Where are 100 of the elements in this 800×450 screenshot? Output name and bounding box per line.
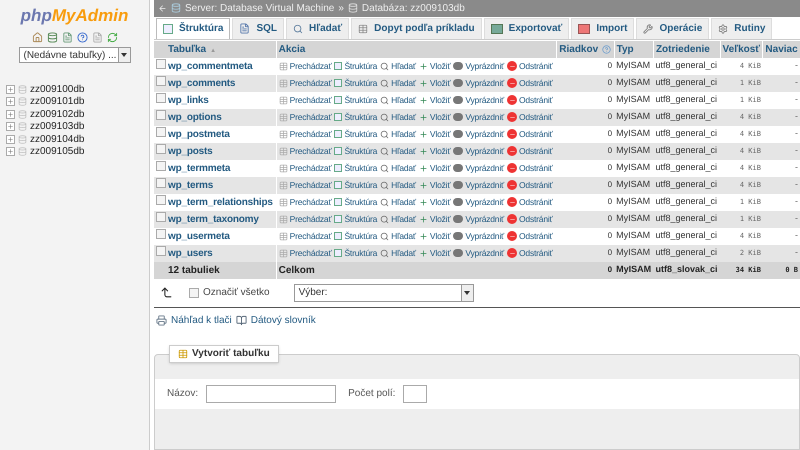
table-name[interactable]: wp_users <box>166 244 276 262</box>
action-link[interactable]: Vložiť <box>418 212 450 226</box>
checkbox[interactable] <box>156 178 166 188</box>
table-name[interactable]: wp_term_relationships <box>166 194 276 211</box>
action-link[interactable]: Prechádzať <box>278 196 332 209</box>
action-link[interactable]: Vložiť <box>418 128 450 141</box>
action-link[interactable]: Štruktúra <box>334 230 378 243</box>
tab[interactable]: Operácie <box>636 18 710 39</box>
action-link[interactable]: Vložiť <box>418 110 450 124</box>
tab[interactable]: Exportovať <box>484 18 570 39</box>
checkbox[interactable] <box>156 110 166 120</box>
action-link[interactable]: Odstrániť <box>507 178 553 192</box>
database-name[interactable]: zz009100db <box>30 82 84 97</box>
input-field[interactable] <box>206 384 336 403</box>
action-link[interactable]: Vyprázdniť <box>453 162 504 175</box>
action-link[interactable]: Prechádzať <box>278 110 332 124</box>
expand-icon[interactable] <box>6 147 15 156</box>
checkbox[interactable] <box>156 92 166 103</box>
action-link[interactable]: Vložiť <box>418 178 450 192</box>
document-icon[interactable] <box>62 32 72 43</box>
action-link[interactable]: Vyprázdniť <box>453 246 504 260</box>
refresh-icon[interactable] <box>106 32 118 43</box>
action-link[interactable]: Odstrániť <box>507 144 553 158</box>
action-link[interactable]: Štruktúra <box>334 60 378 73</box>
expand-icon[interactable] <box>6 122 15 132</box>
tab[interactable]: Import <box>571 18 634 39</box>
action-link[interactable]: Prechádzať <box>278 162 332 175</box>
action-link[interactable]: Štruktúra <box>334 178 378 192</box>
action-link[interactable]: Štruktúra <box>334 246 378 260</box>
action-link[interactable]: Štruktúra <box>334 110 378 124</box>
page-icon[interactable] <box>92 32 102 43</box>
checkbox-label[interactable]: Označiť všetko <box>203 285 270 300</box>
action-link[interactable]: Vyprázdniť <box>453 212 504 226</box>
tab[interactable]: Hľadať <box>286 18 350 39</box>
action-link[interactable]: Prechádzať <box>278 246 332 260</box>
database-name[interactable]: zz009103db <box>30 119 84 134</box>
action-link[interactable]: Vložiť <box>418 230 450 243</box>
action-link[interactable]: Vyprázdniť <box>453 178 504 192</box>
action-link[interactable]: Hľadať <box>380 246 416 260</box>
action-link[interactable]: Hľadať <box>380 76 416 90</box>
recent-tables-select[interactable]: (Nedávne tabuľky) ... <box>18 47 130 63</box>
expand-icon[interactable] <box>6 84 15 94</box>
bulk-action-select[interactable]: Výber: <box>294 284 474 302</box>
checkbox[interactable] <box>156 246 166 256</box>
action-link[interactable]: Štruktúra <box>334 76 378 90</box>
expand-icon[interactable] <box>6 110 15 119</box>
action-link[interactable]: Prechádzať <box>278 212 332 226</box>
action-link[interactable]: Vyprázdniť <box>453 128 504 141</box>
action-link[interactable]: Hľadať <box>380 144 416 158</box>
action-link[interactable]: Vložiť <box>418 162 450 175</box>
action-link[interactable]: Odstrániť <box>507 212 553 226</box>
table-name[interactable]: wp_postmeta <box>166 126 276 143</box>
table-name[interactable]: wp_posts <box>166 142 276 160</box>
action-link[interactable]: Hľadať <box>380 178 416 192</box>
table-name[interactable]: wp_termmeta <box>166 160 276 177</box>
table-name[interactable]: wp_usermeta <box>166 228 276 245</box>
checkbox[interactable] <box>189 288 199 298</box>
action-link[interactable]: Hľadať <box>380 162 416 175</box>
table-name[interactable]: wp_comments <box>166 74 276 92</box>
action-link[interactable]: Prechádzať <box>278 94 332 107</box>
collapse-arrow-icon[interactable] <box>158 4 167 13</box>
action-link[interactable]: Vyprázdniť <box>453 196 504 209</box>
checkbox[interactable] <box>156 160 166 171</box>
database-name[interactable]: zz009102db <box>30 106 84 122</box>
expand-icon[interactable] <box>6 134 15 144</box>
action-link[interactable]: Hľadať <box>380 196 416 209</box>
action-link[interactable]: Štruktúra <box>334 94 378 107</box>
action-link[interactable]: Hľadať <box>380 230 416 243</box>
logo-text[interactable]: phpMyAdmin <box>20 4 128 28</box>
checkbox[interactable] <box>156 126 166 137</box>
action-link[interactable]: Hľadať <box>380 128 416 141</box>
home-icon[interactable] <box>32 32 42 43</box>
checkbox[interactable] <box>156 228 166 239</box>
action-link[interactable]: Štruktúra <box>334 162 378 175</box>
action-link[interactable]: Štruktúra <box>334 196 378 209</box>
tab[interactable]: SQL <box>232 18 284 39</box>
checkbox[interactable] <box>156 144 166 154</box>
checkbox[interactable] <box>156 76 166 86</box>
checkbox[interactable] <box>156 212 166 222</box>
input-field[interactable] <box>403 384 428 403</box>
action-link[interactable]: Prechádzať <box>278 128 332 141</box>
action-link[interactable]: Vyprázdniť <box>453 110 504 124</box>
action-link[interactable]: Vyprázdniť <box>453 230 504 243</box>
action-link[interactable]: Vložiť <box>418 246 450 260</box>
action-link[interactable]: Hľadať <box>380 60 416 73</box>
database-name[interactable]: zz009101db <box>30 94 84 110</box>
action-link[interactable]: Hľadať <box>380 212 416 226</box>
action-link[interactable]: Štruktúra <box>334 128 378 141</box>
action-link[interactable]: Vložiť <box>418 196 450 209</box>
action-link[interactable]: Vložiť <box>418 60 450 73</box>
action-link[interactable]: Prechádzať <box>278 230 332 243</box>
link[interactable]: Náhľad k tlači <box>171 313 232 328</box>
database-name[interactable]: zz009104db <box>30 132 84 147</box>
action-link[interactable]: Odstrániť <box>507 76 553 90</box>
action-link[interactable]: Štruktúra <box>334 212 378 226</box>
action-link[interactable]: Odstrániť <box>507 128 553 141</box>
action-link[interactable]: Štruktúra <box>334 144 378 158</box>
database-name[interactable]: zz009105db <box>30 144 84 160</box>
action-link[interactable]: Vyprázdniť <box>453 60 504 73</box>
action-link[interactable]: Vyprázdniť <box>453 94 504 107</box>
